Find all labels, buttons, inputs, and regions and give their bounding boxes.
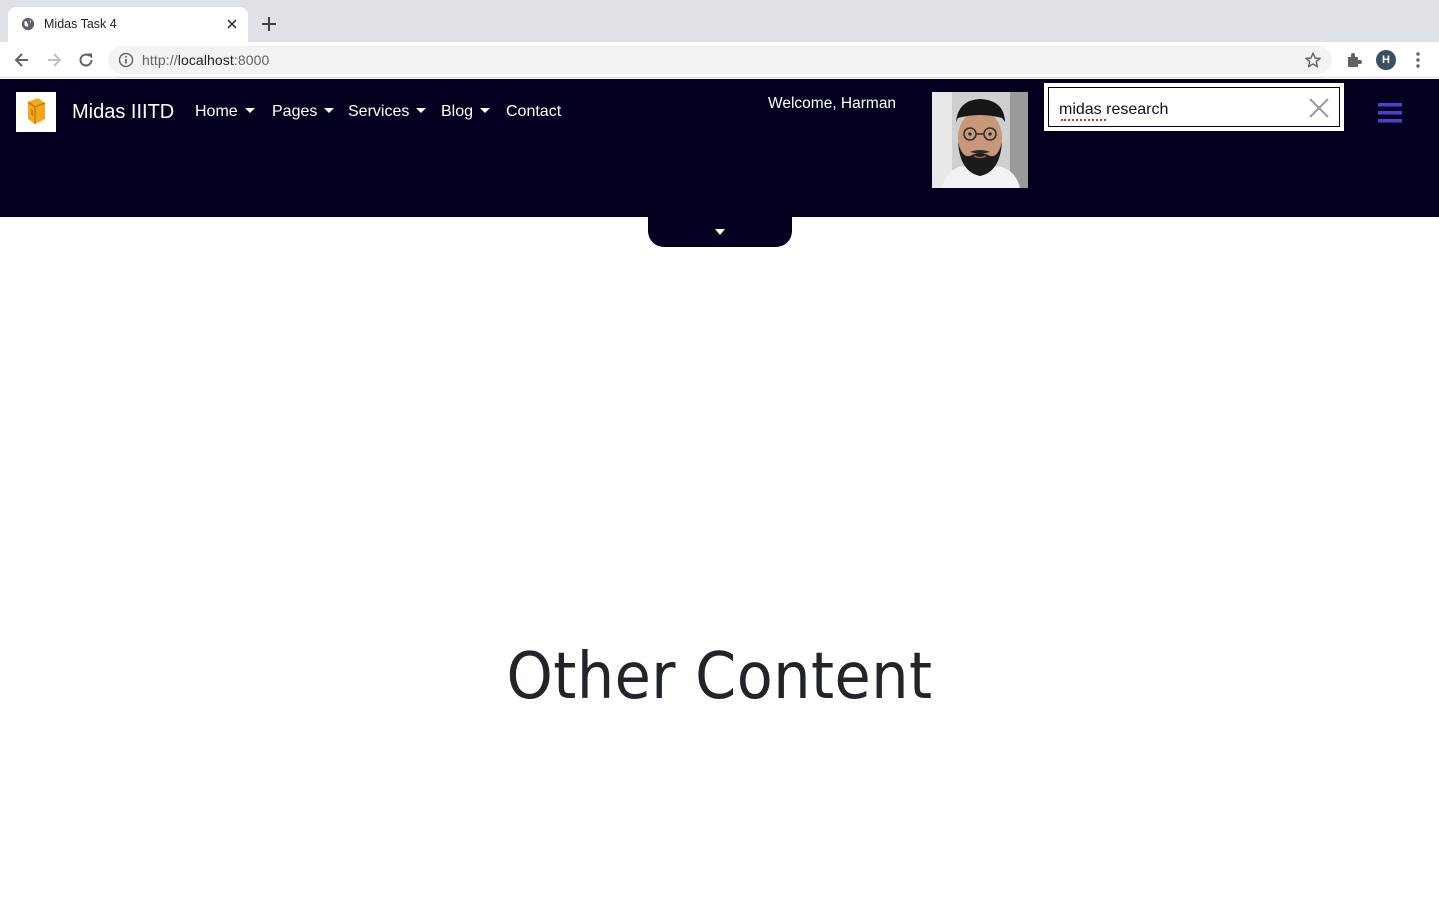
extensions-icon[interactable] [1344, 50, 1364, 70]
user-avatar[interactable] [932, 92, 1028, 188]
kebab-menu-icon[interactable] [1408, 50, 1428, 70]
globe-icon [21, 17, 35, 31]
search-field-border [1048, 87, 1340, 127]
browser-toolbar: http://localhost:8000 H [0, 42, 1439, 78]
brand-logo-icon [27, 98, 46, 124]
site-navbar: Midas IIITD Home Pages Services Blog Con… [0, 79, 1439, 217]
caret-down-icon [244, 108, 255, 113]
caret-down-icon [416, 108, 427, 113]
page-heading: Other Content [506, 640, 933, 714]
user-photo [932, 92, 1028, 188]
nav-home-label: Home [195, 103, 238, 120]
nav-pages-label: Pages [272, 103, 318, 120]
browser-tab[interactable]: Midas Task 4 [8, 7, 248, 42]
nav-home[interactable]: Home [195, 103, 255, 121]
url-port: :8000 [233, 52, 270, 68]
welcome-text: Welcome, Harman [768, 95, 897, 112]
nav-services-label: Services [348, 103, 410, 120]
hamburger-menu-icon[interactable] [1378, 103, 1402, 123]
plus-icon[interactable] [260, 15, 278, 33]
profile-avatar[interactable]: H [1376, 50, 1396, 70]
reload-icon[interactable] [76, 50, 96, 70]
nav-services[interactable]: Services [348, 103, 427, 121]
caret-down-icon [480, 108, 491, 113]
caret-down-icon [715, 229, 725, 235]
url-text: http://localhost:8000 [142, 52, 269, 68]
brand-logo[interactable] [16, 92, 56, 132]
url-host: localhost [177, 52, 234, 68]
star-icon[interactable] [1304, 51, 1322, 69]
nav-blog[interactable]: Blog [441, 103, 491, 121]
brand-name[interactable]: Midas IIITD [72, 101, 174, 124]
forward-arrow-icon[interactable] [44, 50, 64, 70]
address-bar[interactable]: http://localhost:8000 [108, 46, 1332, 74]
back-arrow-icon[interactable] [12, 50, 32, 70]
tab-title: Midas Task 4 [44, 17, 117, 31]
navbar-collapse-toggle[interactable] [648, 217, 792, 247]
search-input[interactable] [1059, 99, 1299, 121]
clear-search-icon[interactable] [1307, 96, 1331, 120]
close-icon[interactable] [224, 16, 240, 32]
spellcheck-underline [1061, 119, 1106, 121]
nav-contact-label: Contact [506, 103, 562, 120]
nav-contact[interactable]: Contact [506, 103, 561, 121]
browser-tab-strip: Midas Task 4 [0, 0, 1439, 42]
search-field[interactable] [1044, 83, 1344, 131]
caret-down-icon [324, 108, 335, 113]
nav-pages[interactable]: Pages [272, 103, 335, 121]
url-scheme: http:// [142, 52, 178, 68]
nav-blog-label: Blog [441, 103, 474, 120]
info-icon[interactable] [118, 52, 134, 68]
